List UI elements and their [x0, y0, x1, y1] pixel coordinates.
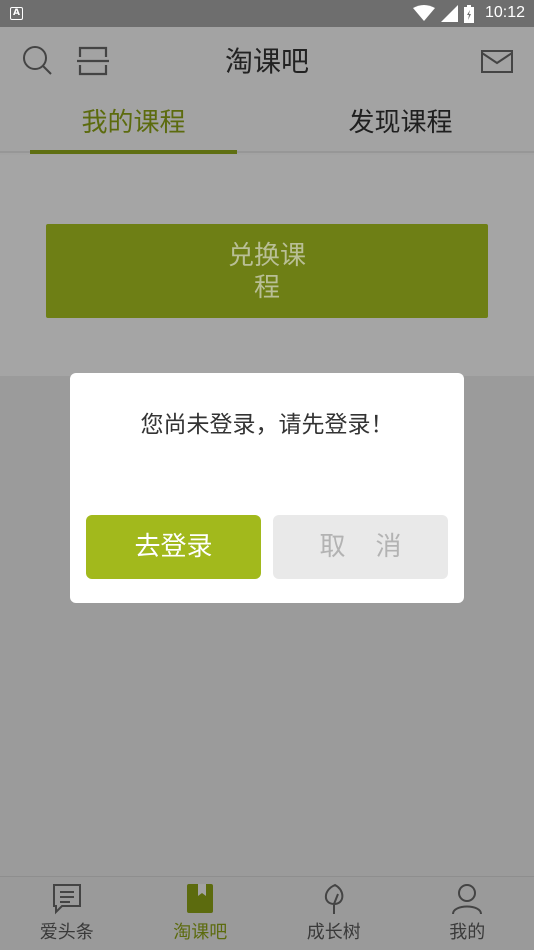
nav-item-news[interactable]: 爱头条	[0, 877, 134, 950]
nav-label-growth-tree: 成长树	[306, 922, 361, 943]
nav-label-mine: 我的	[449, 922, 486, 943]
tab-discover-courses[interactable]: 发现课程	[267, 97, 534, 153]
redeem-course-button[interactable]: 兑换课程	[46, 224, 488, 318]
status-bar: A 10:12	[0, 0, 534, 27]
course-tabs: 我的课程 发现课程	[0, 97, 534, 153]
nav-item-growth-tree[interactable]: 成长树	[267, 877, 401, 950]
nav-item-mine[interactable]: 我的	[401, 877, 534, 950]
book-icon	[187, 884, 214, 913]
dialog-message: 您尚未登录，请先登录！	[140, 412, 394, 438]
mail-icon	[481, 50, 513, 73]
app-notification-icon: A	[10, 7, 23, 20]
cancel-button[interactable]: 取消	[273, 515, 448, 579]
wifi-icon	[413, 5, 435, 21]
signal-icon	[441, 5, 458, 22]
user-icon	[452, 884, 483, 915]
nav-item-taokeba[interactable]: 淘课吧	[134, 877, 268, 950]
redeem-button-label: 兑换课程	[227, 241, 306, 303]
nav-label-news: 爱头条	[39, 922, 94, 943]
leaf-icon	[324, 883, 344, 914]
active-tab-indicator	[30, 150, 237, 154]
mail-button[interactable]	[479, 43, 515, 79]
go-login-button[interactable]: 去登录	[86, 515, 261, 579]
bottom-navigation: 爱头条 淘课吧 成长树 我的	[0, 876, 534, 950]
battery-icon	[464, 4, 474, 23]
login-required-dialog: 您尚未登录，请先登录！ 去登录 取消	[70, 373, 464, 603]
tab-my-courses[interactable]: 我的课程	[30, 97, 237, 153]
top-app-bar: 淘课吧	[0, 27, 534, 97]
clock: 10:12	[484, 4, 525, 21]
page-title: 淘课吧	[224, 45, 309, 78]
news-icon	[52, 884, 81, 915]
system-icons	[413, 4, 474, 23]
nav-label-taokeba: 淘课吧	[173, 922, 228, 943]
